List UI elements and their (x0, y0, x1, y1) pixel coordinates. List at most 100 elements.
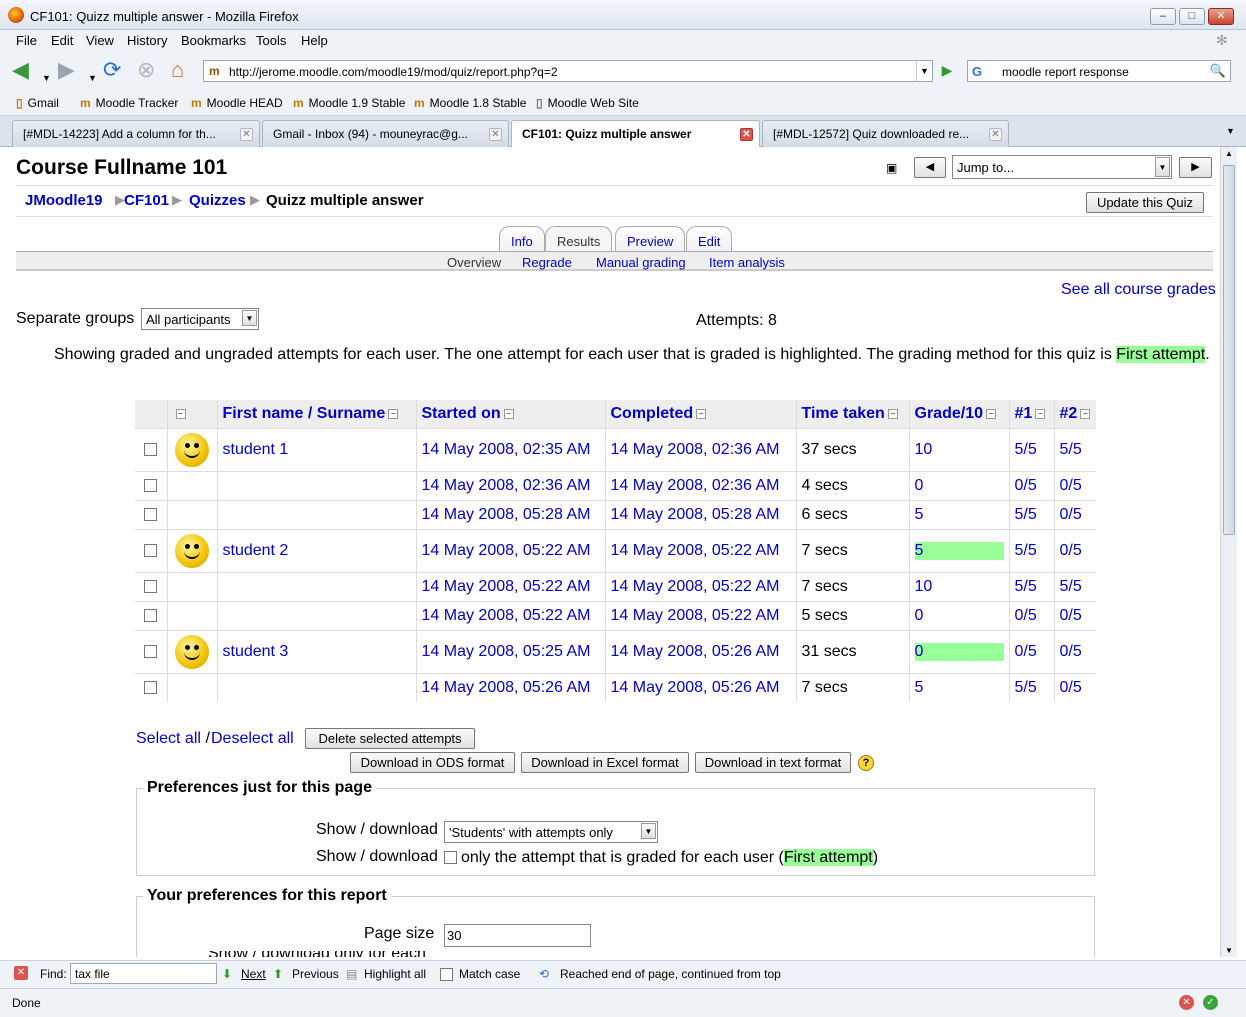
user-name-link[interactable]: student 1 (223, 441, 289, 458)
tab-mdl-12572[interactable]: [#MDL-12572] Quiz downloaded re... ✕ (762, 120, 1009, 147)
started-link[interactable]: 14 May 2008, 05:25 AM (422, 643, 591, 660)
menu-history[interactable]: History (127, 33, 167, 48)
tab-info[interactable]: Info (499, 226, 545, 252)
search-bar[interactable]: G moodle report response 🔍 (967, 60, 1231, 82)
sort-time-link[interactable]: Time taken (802, 405, 885, 422)
collapse-icon[interactable]: − (985, 408, 996, 419)
tab-gmail[interactable]: Gmail - Inbox (94) - mouneyrac@g... ✕ (262, 120, 509, 147)
find-previous-icon[interactable]: ⬆ (273, 967, 283, 981)
q1-link[interactable]: 0/5 (1015, 477, 1037, 494)
find-input[interactable]: tax file (70, 963, 217, 984)
groups-select[interactable]: All participants ▼ (141, 308, 259, 330)
collapse-icon[interactable]: − (175, 408, 186, 419)
close-tab-icon[interactable]: ✕ (240, 128, 253, 141)
match-case-checkbox[interactable] (440, 968, 453, 981)
find-previous-button[interactable]: Previous (292, 967, 339, 981)
collapse-icon[interactable]: − (388, 408, 399, 419)
completed-link[interactable]: 14 May 2008, 05:22 AM (611, 578, 780, 595)
bookmark-moodle-head[interactable]: m Moodle HEAD (191, 96, 283, 110)
row-checkbox[interactable] (144, 507, 158, 521)
forward-history-icon[interactable]: ▼ (88, 66, 97, 90)
q1-link[interactable]: 5/5 (1015, 542, 1037, 559)
q1-link[interactable]: 0/5 (1015, 643, 1037, 660)
minimize-icon[interactable]: – (1150, 8, 1176, 25)
q2-link[interactable]: 0/5 (1060, 477, 1082, 494)
collapse-icon[interactable]: − (1080, 408, 1091, 419)
grade-link[interactable]: 0 (914, 642, 1004, 661)
q1-link[interactable]: 5/5 (1015, 578, 1037, 595)
avatar[interactable] (175, 432, 209, 467)
completed-link[interactable]: 14 May 2008, 05:22 AM (611, 607, 780, 624)
scroll-down-icon[interactable]: ▼ (1225, 946, 1233, 955)
row-checkbox[interactable] (144, 579, 158, 593)
started-link[interactable]: 14 May 2008, 05:22 AM (422, 578, 591, 595)
q2-link[interactable]: 5/5 (1060, 441, 1082, 458)
started-link[interactable]: 14 May 2008, 05:26 AM (422, 679, 591, 696)
download-excel-button[interactable]: Download in Excel format (521, 752, 689, 773)
grade-link[interactable]: 10 (915, 578, 933, 595)
grade-link[interactable]: 0 (915, 607, 924, 624)
completed-link[interactable]: 14 May 2008, 05:26 AM (611, 643, 780, 660)
completed-link[interactable]: 14 May 2008, 05:28 AM (611, 506, 780, 523)
started-link[interactable]: 14 May 2008, 05:28 AM (422, 506, 591, 523)
subtab-item-analysis[interactable]: Item analysis (709, 255, 785, 270)
see-all-grades-link[interactable]: See all course grades (1061, 281, 1216, 299)
q2-link[interactable]: 5/5 (1060, 578, 1082, 595)
q2-link[interactable]: 0/5 (1060, 679, 1082, 696)
ok-icon[interactable]: ✓ (1203, 995, 1218, 1010)
grade-link[interactable]: 5 (915, 679, 924, 696)
menu-view[interactable]: View (86, 33, 114, 48)
sort-started-link[interactable]: Started on (422, 405, 501, 422)
row-checkbox[interactable] (144, 442, 158, 456)
subtab-manual-grading[interactable]: Manual grading (596, 255, 686, 270)
find-next-icon[interactable]: ⬇ (222, 967, 232, 981)
q1-link[interactable]: 5/5 (1015, 506, 1037, 523)
select-all-link[interactable]: Select all (136, 730, 201, 748)
menu-edit[interactable]: Edit (51, 33, 73, 48)
subtab-regrade[interactable]: Regrade (522, 255, 572, 270)
help-icon[interactable]: ? (858, 755, 874, 771)
q2-link[interactable]: 0/5 (1060, 643, 1082, 660)
maximize-icon[interactable]: □ (1179, 8, 1205, 25)
back-icon[interactable]: ◀ (12, 58, 29, 82)
completed-link[interactable]: 14 May 2008, 05:22 AM (611, 542, 780, 559)
q1-link[interactable]: 5/5 (1015, 441, 1037, 458)
grade-link[interactable]: 5 (915, 506, 924, 523)
close-tab-icon[interactable]: ✕ (489, 128, 502, 141)
search-input[interactable]: moodle report response (1002, 65, 1129, 79)
grade-link[interactable]: 10 (915, 441, 933, 458)
q2-link[interactable]: 0/5 (1060, 542, 1082, 559)
grade-link[interactable]: 5 (914, 541, 1004, 560)
tab-results[interactable]: Results (545, 226, 613, 252)
started-link[interactable]: 14 May 2008, 05:22 AM (422, 542, 591, 559)
tab-edit[interactable]: Edit (686, 226, 733, 252)
find-next-button[interactable]: Next (241, 967, 266, 981)
close-tab-icon[interactable]: ✕ (989, 128, 1002, 141)
vertical-scrollbar[interactable]: ▲ ▼ (1220, 147, 1237, 957)
started-link[interactable]: 14 May 2008, 05:22 AM (422, 607, 591, 624)
avatar[interactable] (175, 634, 209, 669)
collapse-icon[interactable]: − (503, 408, 514, 419)
next-activity-button[interactable]: ▶ (1179, 157, 1212, 178)
sort-grade-link[interactable]: Grade/10 (915, 405, 983, 422)
user-name-link[interactable]: student 3 (223, 643, 289, 660)
row-checkbox[interactable] (144, 644, 158, 658)
menu-tools[interactable]: Tools (256, 33, 286, 48)
row-checkbox[interactable] (144, 478, 158, 492)
download-ods-button[interactable]: Download in ODS format (350, 752, 515, 773)
row-checkbox[interactable] (144, 608, 158, 622)
url-bar[interactable]: m http://jerome.moodle.com/moodle19/mod/… (203, 60, 933, 82)
tab-list-icon[interactable]: ▼ (1226, 126, 1235, 136)
q1-link[interactable]: 0/5 (1015, 607, 1037, 624)
sort-firstname-link[interactable]: First name (223, 405, 304, 422)
completed-link[interactable]: 14 May 2008, 02:36 AM (611, 441, 780, 458)
page-size-input[interactable]: 30 (444, 924, 591, 947)
subtab-overview[interactable]: Overview (447, 255, 501, 270)
back-history-icon[interactable]: ▼ (42, 66, 51, 90)
sort-completed-link[interactable]: Completed (611, 405, 694, 422)
close-find-icon[interactable]: ✕ (14, 966, 28, 980)
q2-link[interactable]: 0/5 (1060, 607, 1082, 624)
forward-icon[interactable]: ▶ (58, 58, 75, 82)
completed-link[interactable]: 14 May 2008, 05:26 AM (611, 679, 780, 696)
breadcrumb-course[interactable]: CF101 (124, 192, 169, 209)
